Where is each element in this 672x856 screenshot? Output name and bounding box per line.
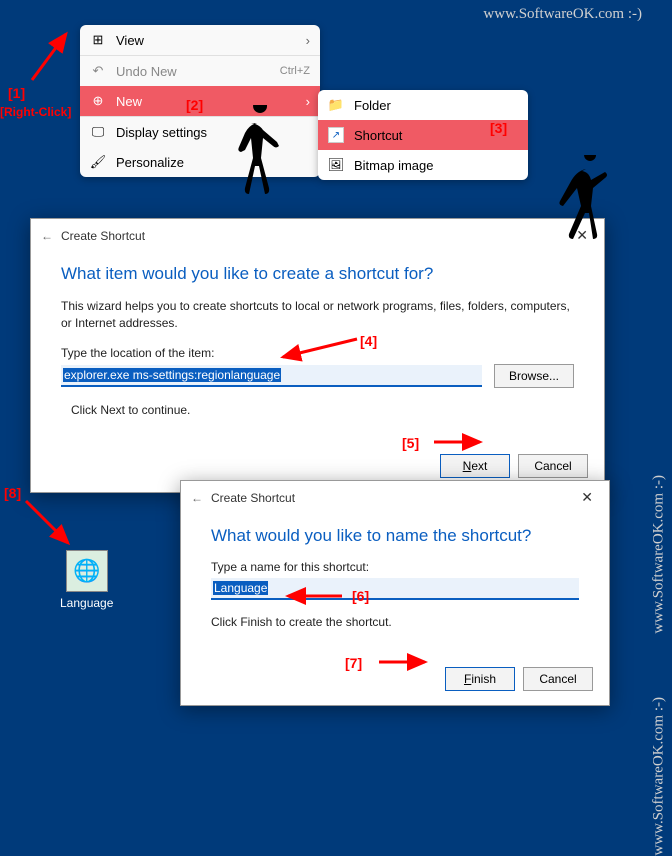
image-icon: 🖼 — [328, 157, 344, 173]
submenu-bitmap[interactable]: 🖼 Bitmap image — [318, 150, 528, 180]
location-input[interactable]: explorer.exe ms-settings:regionlanguage — [61, 365, 482, 387]
annotation-6: [6] — [352, 588, 369, 604]
view-icon: ⊞ — [90, 32, 106, 48]
annotation-1: [1] — [8, 85, 25, 101]
continue-text: Click Finish to create the shortcut. — [211, 614, 579, 631]
personalize-icon: 🖌 — [90, 154, 106, 170]
menu-undo-key: Ctrl+Z — [280, 65, 310, 77]
back-icon[interactable]: ← — [191, 491, 203, 505]
location-label: Type the location of the item: — [61, 346, 574, 360]
annotation-4: [4] — [360, 333, 377, 349]
annotation-3: [3] — [490, 120, 507, 136]
name-value: Language — [213, 581, 268, 595]
next-button[interactable]: Next — [440, 454, 510, 478]
back-icon[interactable]: ← — [41, 229, 53, 243]
submenu-folder-label: Folder — [354, 98, 518, 113]
create-shortcut-dialog-1: ← Create Shortcut ✕ What item would you … — [30, 218, 605, 493]
name-input[interactable]: Language — [211, 578, 579, 600]
silhouette-figure-1 — [225, 105, 295, 215]
folder-icon: 📁 — [328, 97, 344, 113]
submenu-folder[interactable]: 📁 Folder — [318, 90, 528, 120]
menu-view[interactable]: ⊞ View › — [80, 25, 320, 55]
watermark-bottom: www.SoftwareOK.com :-) — [651, 697, 668, 856]
arrow-1 — [26, 26, 76, 86]
annotation-5: [5] — [402, 435, 419, 451]
silhouette-figure-2 — [540, 155, 620, 255]
cancel-button[interactable]: Cancel — [523, 667, 593, 691]
dialog-title: Create Shortcut — [211, 491, 295, 505]
dialog-heading: What would you like to name the shortcut… — [211, 526, 579, 546]
menu-undo-label: Undo New — [116, 64, 270, 79]
language-icon: 🌐 — [66, 550, 108, 592]
menu-view-label: View — [116, 33, 296, 48]
chevron-right-icon: › — [306, 33, 310, 48]
name-label: Type a name for this shortcut: — [211, 560, 579, 574]
undo-icon: ↶ — [90, 63, 106, 79]
desktop-shortcut-icon[interactable]: 🌐 Language — [60, 550, 113, 610]
menu-undo[interactable]: ↶ Undo New Ctrl+Z — [80, 56, 320, 86]
watermark-right: www.SoftwareOK.com :-) — [651, 475, 668, 634]
location-value: explorer.exe ms-settings:regionlanguage — [63, 368, 281, 382]
annotation-1b: [Right-Click] — [0, 105, 71, 119]
submenu-bitmap-label: Bitmap image — [354, 158, 518, 173]
browse-button[interactable]: Browse... — [494, 364, 574, 388]
continue-text: Click Next to continue. — [71, 402, 574, 419]
cancel-button[interactable]: Cancel — [518, 454, 588, 478]
annotation-8: [8] — [4, 485, 21, 501]
finish-button[interactable]: Finish — [445, 667, 515, 691]
dialog-heading: What item would you like to create a sho… — [61, 264, 574, 284]
desktop-icon-label: Language — [60, 596, 113, 610]
annotation-7: [7] — [345, 655, 362, 671]
create-shortcut-dialog-2: ← Create Shortcut ✕ What would you like … — [180, 480, 610, 706]
dialog-title: Create Shortcut — [61, 229, 145, 243]
dialog-header: ← Create Shortcut ✕ — [31, 219, 604, 252]
annotation-2: [2] — [186, 97, 203, 113]
dialog-desc: This wizard helps you to create shortcut… — [61, 298, 574, 332]
chevron-right-icon: › — [306, 94, 310, 109]
arrow-8 — [20, 495, 80, 555]
shortcut-icon: ↗ — [328, 127, 344, 143]
close-icon[interactable]: ✕ — [575, 487, 599, 508]
plus-icon: ⊕ — [90, 93, 106, 109]
dialog-header: ← Create Shortcut ✕ — [181, 481, 609, 514]
display-icon: 🖵 — [90, 124, 106, 140]
watermark-top: www.SoftwareOK.com :-) — [483, 6, 642, 23]
